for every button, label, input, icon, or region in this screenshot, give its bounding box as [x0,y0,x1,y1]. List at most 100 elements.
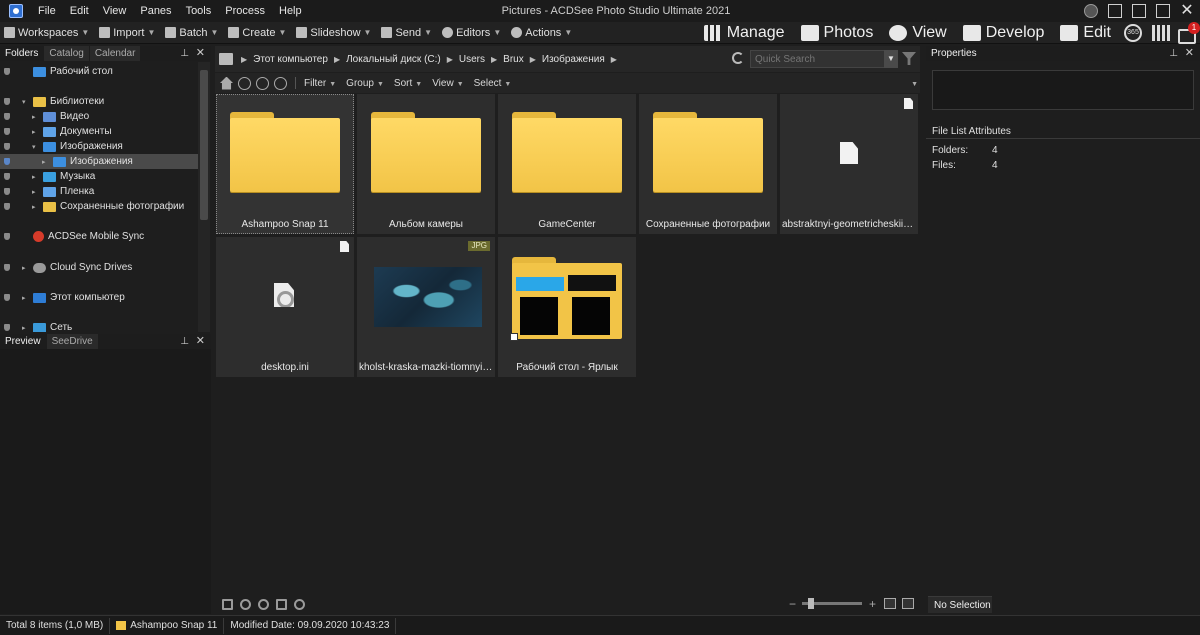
collapse-arrow-icon[interactable]: ▾ [22,98,30,106]
batch-button[interactable]: Batch ▼ [161,22,224,44]
file-tile[interactable]: GameCenter [498,94,636,234]
menu-tools[interactable]: Tools [179,0,219,22]
crumb-users[interactable]: Users [455,54,489,65]
tree-item[interactable]: ACDSee Mobile Sync [0,229,198,244]
refresh-icon[interactable] [732,52,744,64]
tab-folders[interactable]: Folders [0,46,44,61]
tree-item[interactable]: ▸ Этот компьютер [0,290,198,305]
folder-tree-scrollbar[interactable] [198,62,210,332]
crumb-brux[interactable]: Brux [499,54,528,65]
file-tile[interactable]: abstraktnyi-geometricheskii-l... [780,94,918,234]
filter-menu[interactable]: Filter ▼ [299,78,341,89]
menu-edit[interactable]: Edit [63,0,96,22]
batch-rename-icon[interactable] [222,598,233,610]
pin-marker-icon[interactable] [4,173,10,180]
tree-item[interactable]: Рабочий стол [0,64,198,79]
filter-funnel-icon[interactable] [902,52,916,65]
file-tile[interactable]: Рабочий стол - Ярлык [498,237,636,377]
photos-mode-button[interactable]: Photos [793,24,882,42]
pin-marker-icon[interactable] [4,233,10,240]
expand-arrow-icon[interactable]: ▸ [32,113,40,121]
tree-item[interactable]: ▸ Документы [0,124,198,139]
actions-button[interactable]: Actions ▼ [507,22,578,44]
acdsee-365-icon[interactable]: 365 [1124,24,1142,42]
home-icon[interactable] [220,76,233,90]
zoom-out-icon[interactable]: − [789,597,796,611]
details-view-icon[interactable] [902,598,914,609]
pin-marker-icon[interactable] [4,98,10,105]
chevron-right-icon[interactable]: ▶ [609,55,619,64]
toggle-left-pane-icon[interactable] [1108,4,1122,18]
location-drive-icon[interactable] [219,53,233,65]
file-tile[interactable]: desktop.ini [216,237,354,377]
slideshow-button[interactable]: Slideshow ▼ [292,22,377,44]
collapse-arrow-icon[interactable]: ▾ [32,143,40,151]
tab-preview[interactable]: Preview [0,334,46,349]
chevron-right-icon[interactable]: ▶ [445,55,455,64]
pin-marker-icon[interactable] [4,128,10,135]
close-icon[interactable]: ✕ [196,334,205,349]
group-menu[interactable]: Group ▼ [341,78,389,89]
tree-item[interactable]: ▸ Музыка [0,169,198,184]
pin-marker-icon[interactable] [4,264,10,271]
search-dropdown-icon[interactable]: ▼ [884,50,898,68]
editors-button[interactable]: Editors ▼ [438,22,507,44]
pin-marker-icon[interactable] [4,203,10,210]
up-icon[interactable] [274,76,287,90]
file-tile[interactable]: Ashampoo Snap 11 [216,94,354,234]
expand-arrow-icon[interactable]: ▸ [32,203,40,211]
file-tile[interactable]: JPG kholst-kraska-mazki-tiomnyi-... [357,237,495,377]
develop-mode-button[interactable]: Develop [955,24,1053,42]
chevron-right-icon[interactable]: ▶ [239,55,249,64]
quick-search-input[interactable] [750,50,898,68]
pin-icon[interactable]: ⊥ [180,46,189,61]
slideshow-play-icon[interactable] [294,598,305,610]
minimize-button[interactable] [1132,4,1146,18]
expand-arrow-icon[interactable]: ▸ [22,264,30,272]
user-account-icon[interactable] [1084,4,1098,18]
pin-marker-icon[interactable] [4,143,10,150]
menu-help[interactable]: Help [272,0,309,22]
manage-mode-button[interactable]: Manage [696,24,793,42]
workspaces-button[interactable]: Workspaces ▼ [0,22,95,44]
chevron-down-icon[interactable]: ▼ [911,81,918,88]
menu-process[interactable]: Process [218,0,272,22]
chevron-right-icon[interactable]: ▶ [332,55,342,64]
close-icon[interactable]: ✕ [196,46,205,61]
view-menu[interactable]: View ▼ [427,78,468,89]
tree-item[interactable]: ▾ Изображения [0,139,198,154]
pin-marker-icon[interactable] [4,113,10,120]
pin-marker-icon[interactable] [4,324,10,331]
sort-menu[interactable]: Sort ▼ [389,78,427,89]
file-tile[interactable]: Альбом камеры [357,94,495,234]
close-button[interactable]: ✕ [1180,3,1194,19]
notifications-icon[interactable]: 1 [1178,22,1200,44]
menu-view[interactable]: View [96,0,134,22]
file-tile[interactable]: Сохраненные фотографии [639,94,777,234]
tree-item[interactable]: ▸ Пленка [0,184,198,199]
chevron-right-icon[interactable]: ▶ [528,55,538,64]
maximize-button[interactable] [1156,4,1170,18]
tab-calendar[interactable]: Calendar [89,46,141,61]
expand-arrow-icon[interactable]: ▸ [42,158,50,166]
select-menu[interactable]: Select ▼ [469,78,517,89]
view-mode-button[interactable]: View [881,24,954,42]
expand-arrow-icon[interactable]: ▸ [32,188,40,196]
expand-arrow-icon[interactable]: ▸ [32,173,40,181]
tab-no-selection[interactable]: No Selection [928,596,992,613]
create-button[interactable]: Create ▼ [224,22,292,44]
tab-seedrive[interactable]: SeeDrive [46,334,98,349]
pin-marker-icon[interactable] [4,188,10,195]
compare-icon[interactable] [276,598,287,610]
tree-item[interactable]: ▸ Cloud Sync Drives [0,260,198,275]
pin-icon[interactable]: ⊥ [1169,46,1178,61]
menu-file[interactable]: File [31,0,63,22]
pin-marker-icon[interactable] [4,294,10,301]
tree-item[interactable]: ▾ Библиотеки [0,94,198,109]
tab-catalog[interactable]: Catalog [44,46,89,61]
tree-item[interactable]: ▸ Изображения [0,154,198,169]
tree-item[interactable]: ▸ Сеть [0,320,198,332]
crumb-local-disk[interactable]: Локальный диск (C:) [342,54,445,65]
chevron-right-icon[interactable]: ▶ [489,55,499,64]
expand-arrow-icon[interactable]: ▸ [22,324,30,332]
